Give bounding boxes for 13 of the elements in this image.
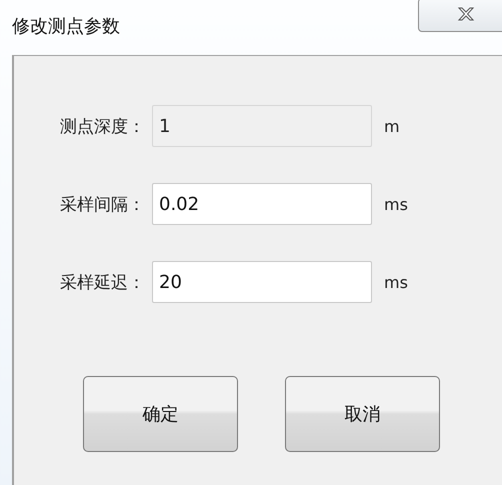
unit-label: ms — [384, 272, 408, 292]
dialog-button[interactable]: 确定 — [83, 376, 238, 452]
input-field[interactable]: 20 — [152, 261, 372, 303]
close-button[interactable] — [418, 0, 502, 32]
close-icon — [457, 7, 475, 21]
field-label: 采样间隔： — [59, 194, 146, 216]
unit-label: ms — [384, 194, 408, 214]
window-title: 修改测点参数 — [12, 15, 120, 38]
input-field[interactable]: 0.02 — [152, 183, 372, 225]
dialog-button[interactable]: 取消 — [285, 376, 440, 452]
unit-label: m — [384, 116, 400, 136]
field-label: 测点深度： — [59, 116, 146, 138]
field-label: 采样延迟： — [59, 272, 146, 294]
